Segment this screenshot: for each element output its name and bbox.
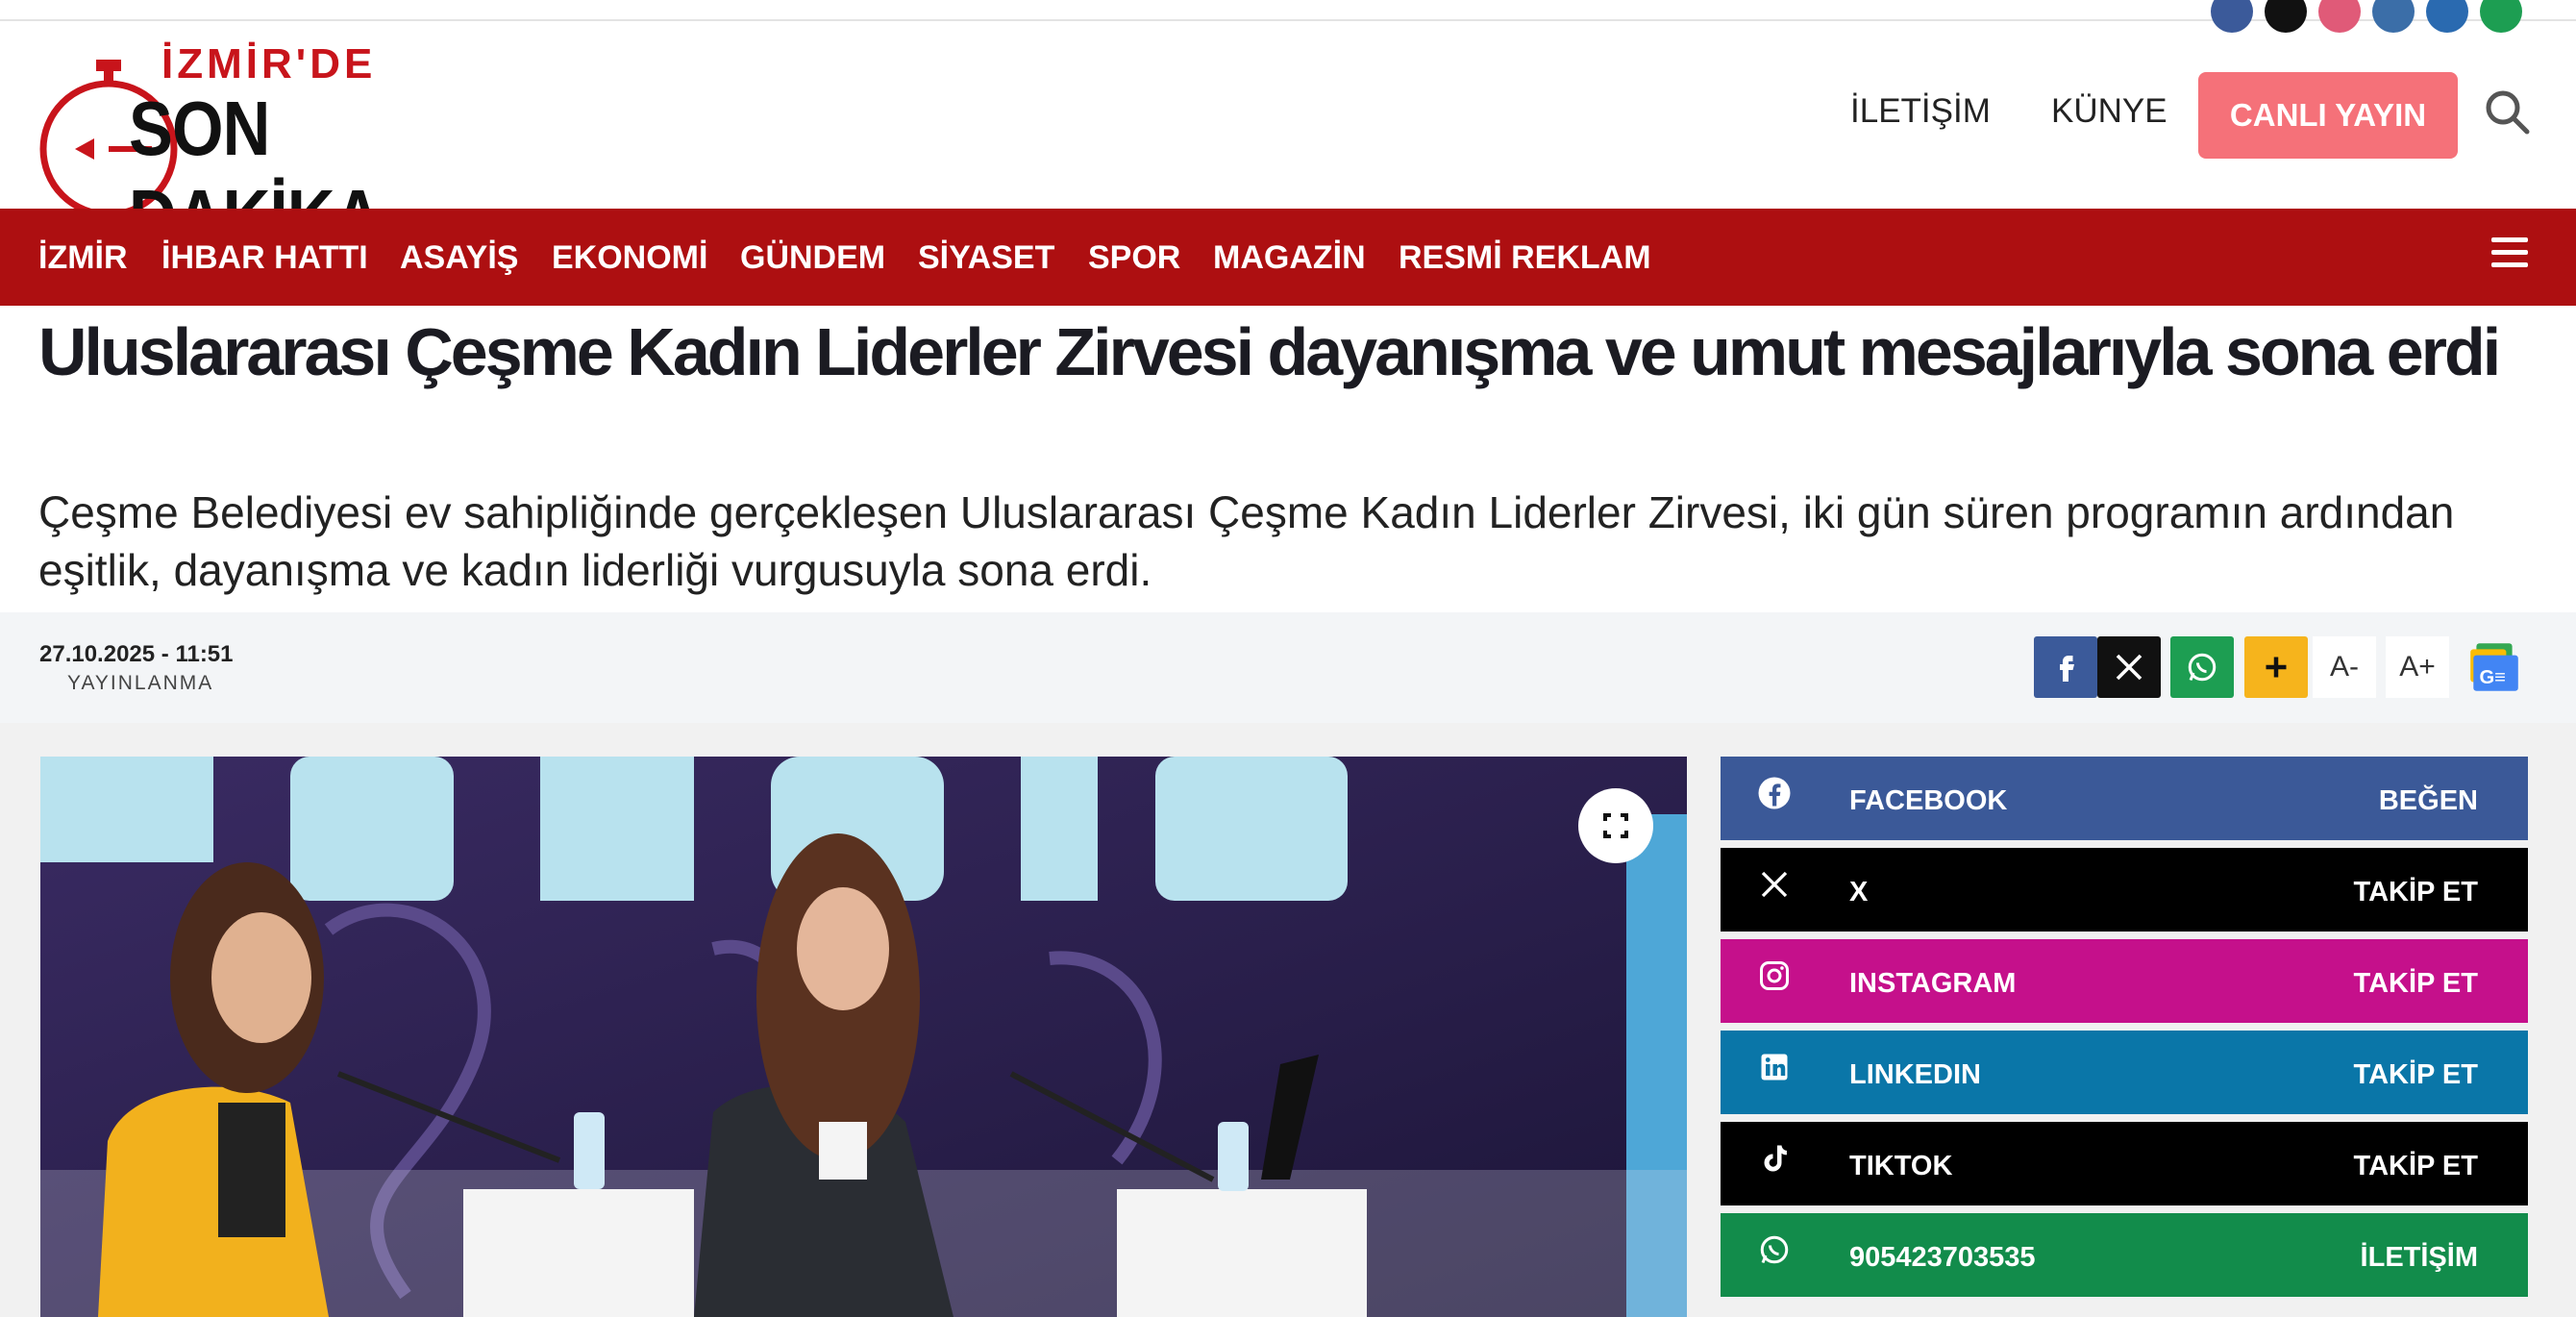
social-action: TAKİP ET (2353, 877, 2478, 907)
top-telegram-icon[interactable] (2426, 0, 2468, 33)
fullscreen-icon (1603, 813, 1628, 838)
nav-imprint-link[interactable]: KÜNYE (2051, 92, 2167, 131)
share-x-button[interactable] (2097, 636, 2161, 698)
font-increase-button[interactable]: A+ (2386, 636, 2449, 698)
social-name: INSTAGRAM (1849, 968, 2017, 999)
social-action: TAKİP ET (2353, 968, 2478, 999)
x-icon (2116, 654, 2143, 681)
category-ekonomi[interactable]: EKONOMİ (552, 239, 707, 277)
category-magazin[interactable]: MAGAZİN (1213, 239, 1366, 277)
x-icon (1761, 871, 1788, 898)
font-decrease-button[interactable]: A- (2313, 636, 2376, 698)
top-instagram-icon[interactable] (2318, 0, 2361, 33)
share-whatsapp-button[interactable] (2170, 636, 2234, 698)
category-ihbar-hatti[interactable]: İHBAR HATTI (161, 239, 368, 277)
category-izmir[interactable]: İZMİR (38, 239, 128, 277)
top-whatsapp-icon[interactable] (2480, 0, 2522, 33)
social-whatsapp-row[interactable]: 905423703535 İLETİŞİM (1721, 1213, 2528, 1297)
social-action: İLETİŞİM (2360, 1242, 2478, 1273)
category-gundem[interactable]: GÜNDEM (740, 239, 885, 277)
social-x-row[interactable]: X TAKİP ET (1721, 848, 2528, 932)
social-instagram-row[interactable]: INSTAGRAM TAKİP ET (1721, 939, 2528, 1023)
social-name: TIKTOK (1849, 1151, 1953, 1181)
publish-label: YAYINLANMA (67, 672, 214, 694)
social-action: BEĞEN (2378, 785, 2478, 816)
social-linkedin-row[interactable]: LINKEDIN TAKİP ET (1721, 1031, 2528, 1114)
social-name: FACEBOOK (1849, 785, 2008, 816)
whatsapp-icon (1760, 1235, 1789, 1264)
category-siyaset[interactable]: SİYASET (918, 239, 1054, 277)
hamburger-menu-icon[interactable] (2491, 237, 2528, 274)
category-asayis[interactable]: ASAYİŞ (400, 239, 518, 277)
social-action: TAKİP ET (2353, 1059, 2478, 1090)
category-nav: İZMİR İHBAR HATTI ASAYİŞ EKONOMİ GÜNDEM … (0, 209, 2576, 306)
category-spor[interactable]: SPOR (1088, 239, 1180, 277)
share-facebook-button[interactable] (2034, 636, 2097, 698)
publish-date: 27.10.2025 - 11:51 (39, 641, 234, 667)
social-facebook-row[interactable]: FACEBOOK BEĞEN (1721, 757, 2528, 840)
social-action: TAKİP ET (2353, 1151, 2478, 1181)
facebook-icon (1758, 777, 1791, 809)
share-more-button[interactable] (2244, 636, 2308, 698)
linkedin-icon (1761, 1054, 1788, 1081)
social-tiktok-row[interactable]: TIKTOK TAKİP ET (1721, 1122, 2528, 1205)
article-title: Uluslararası Çeşme Kadın Liderler Zirves… (38, 314, 2501, 389)
nav-contact-link[interactable]: İLETİŞİM (1850, 92, 1991, 131)
plus-icon (2266, 657, 2287, 678)
top-linkedin-icon[interactable] (2372, 0, 2415, 33)
article-summary: Çeşme Belediyesi ev sahipliğinde gerçekl… (38, 487, 2455, 595)
google-news-icon: G≡ (2470, 643, 2518, 691)
whatsapp-icon (2188, 653, 2217, 682)
social-name: 905423703535 (1849, 1242, 2036, 1273)
facebook-icon (2060, 656, 2074, 682)
tiktok-icon (1764, 1145, 1787, 1172)
category-resmi-reklam[interactable]: RESMİ REKLAM (1399, 239, 1651, 277)
expand-photo-button[interactable] (1578, 788, 1653, 863)
top-x-icon[interactable] (2265, 0, 2307, 33)
search-icon[interactable] (2484, 88, 2530, 135)
live-broadcast-button[interactable]: CANLI YAYIN (2198, 72, 2458, 159)
svg-text:G≡: G≡ (2480, 667, 2506, 688)
top-facebook-icon[interactable] (2211, 0, 2253, 33)
google-news-button[interactable]: G≡ (2463, 636, 2526, 698)
article-photo (40, 757, 1687, 1317)
article-meta-bar: 27.10.2025 - 11:51 YAYINLANMA A- A+ G≡ (0, 612, 2576, 723)
logo-line-1: İZMİR'DE (161, 40, 377, 87)
top-divider (0, 0, 2576, 33)
social-name: LINKEDIN (1849, 1059, 1981, 1090)
instagram-icon (1760, 961, 1789, 990)
social-name: X (1849, 877, 1869, 907)
site-logo[interactable]: İZMİR'DE SON DAKİKA (37, 38, 450, 260)
